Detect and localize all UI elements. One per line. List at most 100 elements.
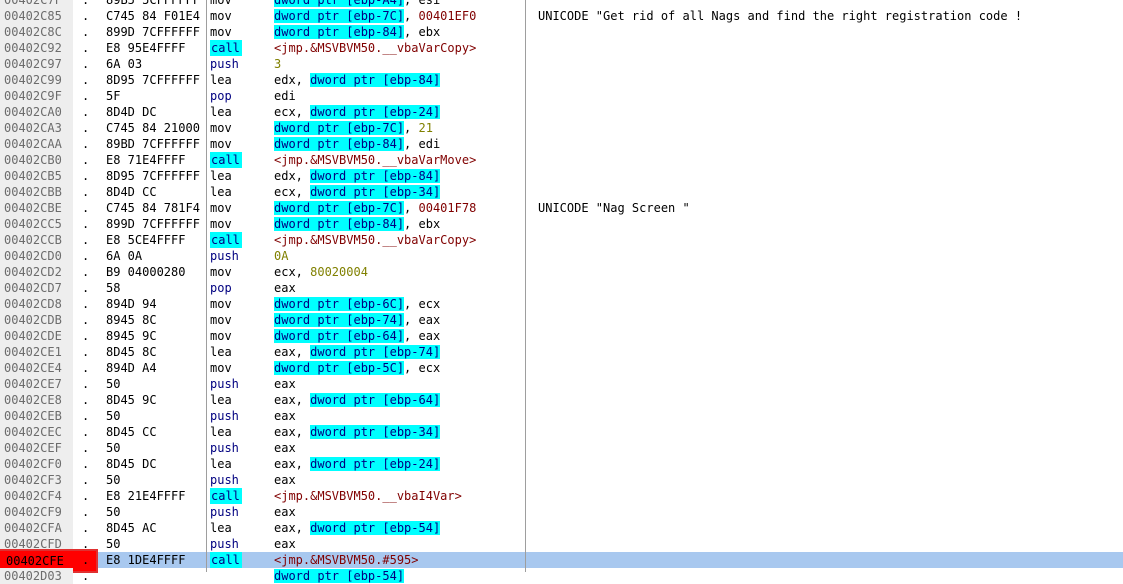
mnemonic-cell[interactable]: lea [210, 344, 272, 360]
hex-bytes-cell[interactable]: E8 21E4FFFF [106, 488, 206, 504]
mnemonic-cell[interactable]: mov [210, 0, 272, 8]
address-cell[interactable]: 00402CB0 [0, 152, 73, 168]
instruction-row[interactable]: 00402CD0. 6A 0A push 0A [0, 248, 1123, 264]
operands-cell[interactable]: eax [274, 376, 524, 392]
address-cell[interactable]: 00402CCB [0, 232, 73, 248]
mnemonic-cell[interactable]: mov [210, 296, 272, 312]
operands-cell[interactable]: ecx, dword ptr [ebp-24] [274, 104, 524, 120]
instruction-row[interactable]: 00402CEC. 8D45 CC lea eax, dword ptr [ebp-3… [0, 424, 1123, 440]
mnemonic-cell[interactable]: pop [210, 280, 272, 296]
mnemonic-cell[interactable]: push [210, 56, 272, 72]
operands-cell[interactable]: dword ptr [ebp-54] [274, 568, 524, 584]
address-cell[interactable]: 00402CA0 [0, 104, 73, 120]
operands-cell[interactable]: eax, dword ptr [ebp-24] [274, 456, 524, 472]
address-cell[interactable]: 00402C7F [0, 0, 73, 8]
disassembly-view[interactable]: 00402C7F. 89B5 5CFFFFFF mov dword ptr [ebp-… [0, 0, 1123, 584]
mnemonic-cell[interactable]: pop [210, 88, 272, 104]
operands-cell[interactable]: dword ptr [ebp-64], eax [274, 328, 524, 344]
instruction-row[interactable]: 00402CD7. 58 pop eax [0, 280, 1123, 296]
hex-bytes-cell[interactable]: 5F [106, 88, 206, 104]
address-cell[interactable]: 00402C92 [0, 40, 73, 56]
operands-cell[interactable]: dword ptr [ebp-84], ebx [274, 24, 524, 40]
hex-bytes-cell[interactable]: 8D45 8C [106, 344, 206, 360]
mnemonic-cell[interactable]: push [210, 504, 272, 520]
instruction-row[interactable]: 00402C99. 8D95 7CFFFFFF lea edx, dword ptr … [0, 72, 1123, 88]
hex-bytes-cell[interactable]: 6A 0A [106, 248, 206, 264]
address-cell[interactable]: 00402CEF [0, 440, 73, 456]
hex-bytes-cell[interactable]: 8945 9C [106, 328, 206, 344]
mnemonic-cell[interactable]: push [210, 408, 272, 424]
hex-bytes-cell[interactable]: 50 [106, 408, 206, 424]
address-cell[interactable]: 00402CE8 [0, 392, 73, 408]
hex-bytes-cell[interactable]: 8D45 DC [106, 456, 206, 472]
operands-cell[interactable]: eax, dword ptr [ebp-74] [274, 344, 524, 360]
mnemonic-cell[interactable]: mov [210, 328, 272, 344]
operands-cell[interactable]: eax [274, 408, 524, 424]
hex-bytes-cell[interactable]: E8 95E4FFFF [106, 40, 206, 56]
address-cell[interactable]: 00402C9F [0, 88, 73, 104]
mnemonic-cell[interactable]: mov [210, 200, 272, 216]
address-cell[interactable]: 00402CEC [0, 424, 73, 440]
instruction-row[interactable]: 00402CAA. 89BD 7CFFFFFF mov dword ptr [ebp-… [0, 136, 1123, 152]
hex-bytes-cell[interactable]: C745 84 F01E4 [106, 8, 206, 24]
instruction-row[interactable]: 00402CF0. 8D45 DC lea eax, dword ptr [ebp-2… [0, 456, 1123, 472]
selected-instruction-row[interactable]: 00402CFE. E8 1DE4FFFF call <jmp.&MSVBVM50.#… [0, 549, 1123, 573]
instruction-row[interactable]: 00402C9F. 5F pop edi [0, 88, 1123, 104]
instruction-row[interactable]: 00402C8C. 899D 7CFFFFFF mov dword ptr [ebp-… [0, 24, 1123, 40]
mnemonic-cell[interactable]: mov [210, 360, 272, 376]
address-cell[interactable]: 00402C8C [0, 24, 73, 40]
address-cell[interactable]: 00402CFA [0, 520, 73, 536]
instruction-row[interactable]: 00402C97. 6A 03 push 3 [0, 56, 1123, 72]
hex-bytes-cell[interactable]: 50 [106, 504, 206, 520]
operands-cell[interactable]: dword ptr [ebp-7C], 00401F78 [274, 200, 524, 216]
operands-cell[interactable]: ecx, 80020004 [274, 264, 524, 280]
address-cell[interactable]: 00402CE1 [0, 344, 73, 360]
operands-cell[interactable]: eax [274, 536, 524, 552]
address-cell[interactable]: 00402CE7 [0, 376, 73, 392]
address-cell[interactable]: 00402CD0 [0, 248, 73, 264]
operands-cell[interactable]: edx, dword ptr [ebp-84] [274, 72, 524, 88]
address-cell[interactable]: 00402CA3 [0, 120, 73, 136]
operands-cell[interactable]: eax, dword ptr [ebp-64] [274, 392, 524, 408]
operands-cell[interactable]: eax, dword ptr [ebp-54] [274, 520, 524, 536]
hex-bytes-cell[interactable]: 8D4D CC [106, 184, 206, 200]
operands-cell[interactable]: <jmp.&MSVBVM50.#595> [274, 552, 524, 568]
address-cell[interactable]: 00402CDE [0, 328, 73, 344]
hex-bytes-cell[interactable]: 50 [106, 440, 206, 456]
hex-bytes-cell[interactable]: 50 [106, 536, 206, 552]
operands-cell[interactable]: dword ptr [ebp-A4], esi [274, 0, 524, 8]
operands-cell[interactable]: edi [274, 88, 524, 104]
instruction-row[interactable]: 00402C85. C745 84 F01E4 mov dword ptr [ebp-… [0, 8, 1123, 24]
mnemonic-cell[interactable]: push [210, 376, 272, 392]
operands-cell[interactable]: <jmp.&MSVBVM50.__vbaVarCopy> [274, 40, 524, 56]
instruction-row[interactable]: 00402CBE. C745 84 781F4 mov dword ptr [ebp-… [0, 200, 1123, 216]
hex-bytes-cell[interactable]: E8 5CE4FFFF [106, 232, 206, 248]
address-cell[interactable]: 00402CC5 [0, 216, 73, 232]
hex-bytes-cell[interactable]: 8D95 7CFFFFFF [106, 168, 206, 184]
hex-bytes-cell[interactable]: C745 84 781F4 [106, 200, 206, 216]
hex-bytes-cell[interactable]: C745 84 21000 [106, 120, 206, 136]
instruction-row[interactable]: 00402CE1. 8D45 8C lea eax, dword ptr [ebp-7… [0, 344, 1123, 360]
mnemonic-cell[interactable]: lea [210, 184, 272, 200]
instruction-row[interactable]: 00402CFD. 50 push eax [0, 536, 1123, 552]
mnemonic-cell[interactable]: mov [210, 8, 272, 24]
instruction-row[interactable]: 00402CA0. 8D4D DC lea ecx, dword ptr [ebp-2… [0, 104, 1123, 120]
address-cell[interactable]: 00402CBE [0, 200, 73, 216]
instruction-row[interactable]: 00402CEB. 50 push eax [0, 408, 1123, 424]
hex-bytes-cell[interactable]: 899D 7CFFFFFF [106, 24, 206, 40]
instruction-row[interactable]: 00402CE8. 8D45 9C lea eax, dword ptr [ebp-6… [0, 392, 1123, 408]
instruction-row[interactable]: 00402CD8. 894D 94 mov dword ptr [ebp-6C], e… [0, 296, 1123, 312]
mnemonic-cell[interactable]: push [210, 248, 272, 264]
instruction-row[interactable]: 00402CE7. 50 push eax [0, 376, 1123, 392]
hex-bytes-cell[interactable]: 8945 8C [106, 312, 206, 328]
operands-cell[interactable]: eax, dword ptr [ebp-34] [274, 424, 524, 440]
address-cell[interactable]: 00402CEB [0, 408, 73, 424]
instruction-row[interactable]: 00402D03. dword ptr [ebp-54] [0, 568, 1123, 584]
instruction-row[interactable]: 00402CB0. E8 71E4FFFF call <jmp.&MSVBVM50._… [0, 152, 1123, 168]
address-cell[interactable]: 00402C97 [0, 56, 73, 72]
instruction-row[interactable]: 00402CD2. B9 04000280 mov ecx, 80020004 [0, 264, 1123, 280]
address-cell[interactable]: 00402CAA [0, 136, 73, 152]
address-cell[interactable]: 00402CE4 [0, 360, 73, 376]
instruction-row[interactable]: 00402CB5. 8D95 7CFFFFFF lea edx, dword ptr … [0, 168, 1123, 184]
operands-cell[interactable]: dword ptr [ebp-5C], ecx [274, 360, 524, 376]
